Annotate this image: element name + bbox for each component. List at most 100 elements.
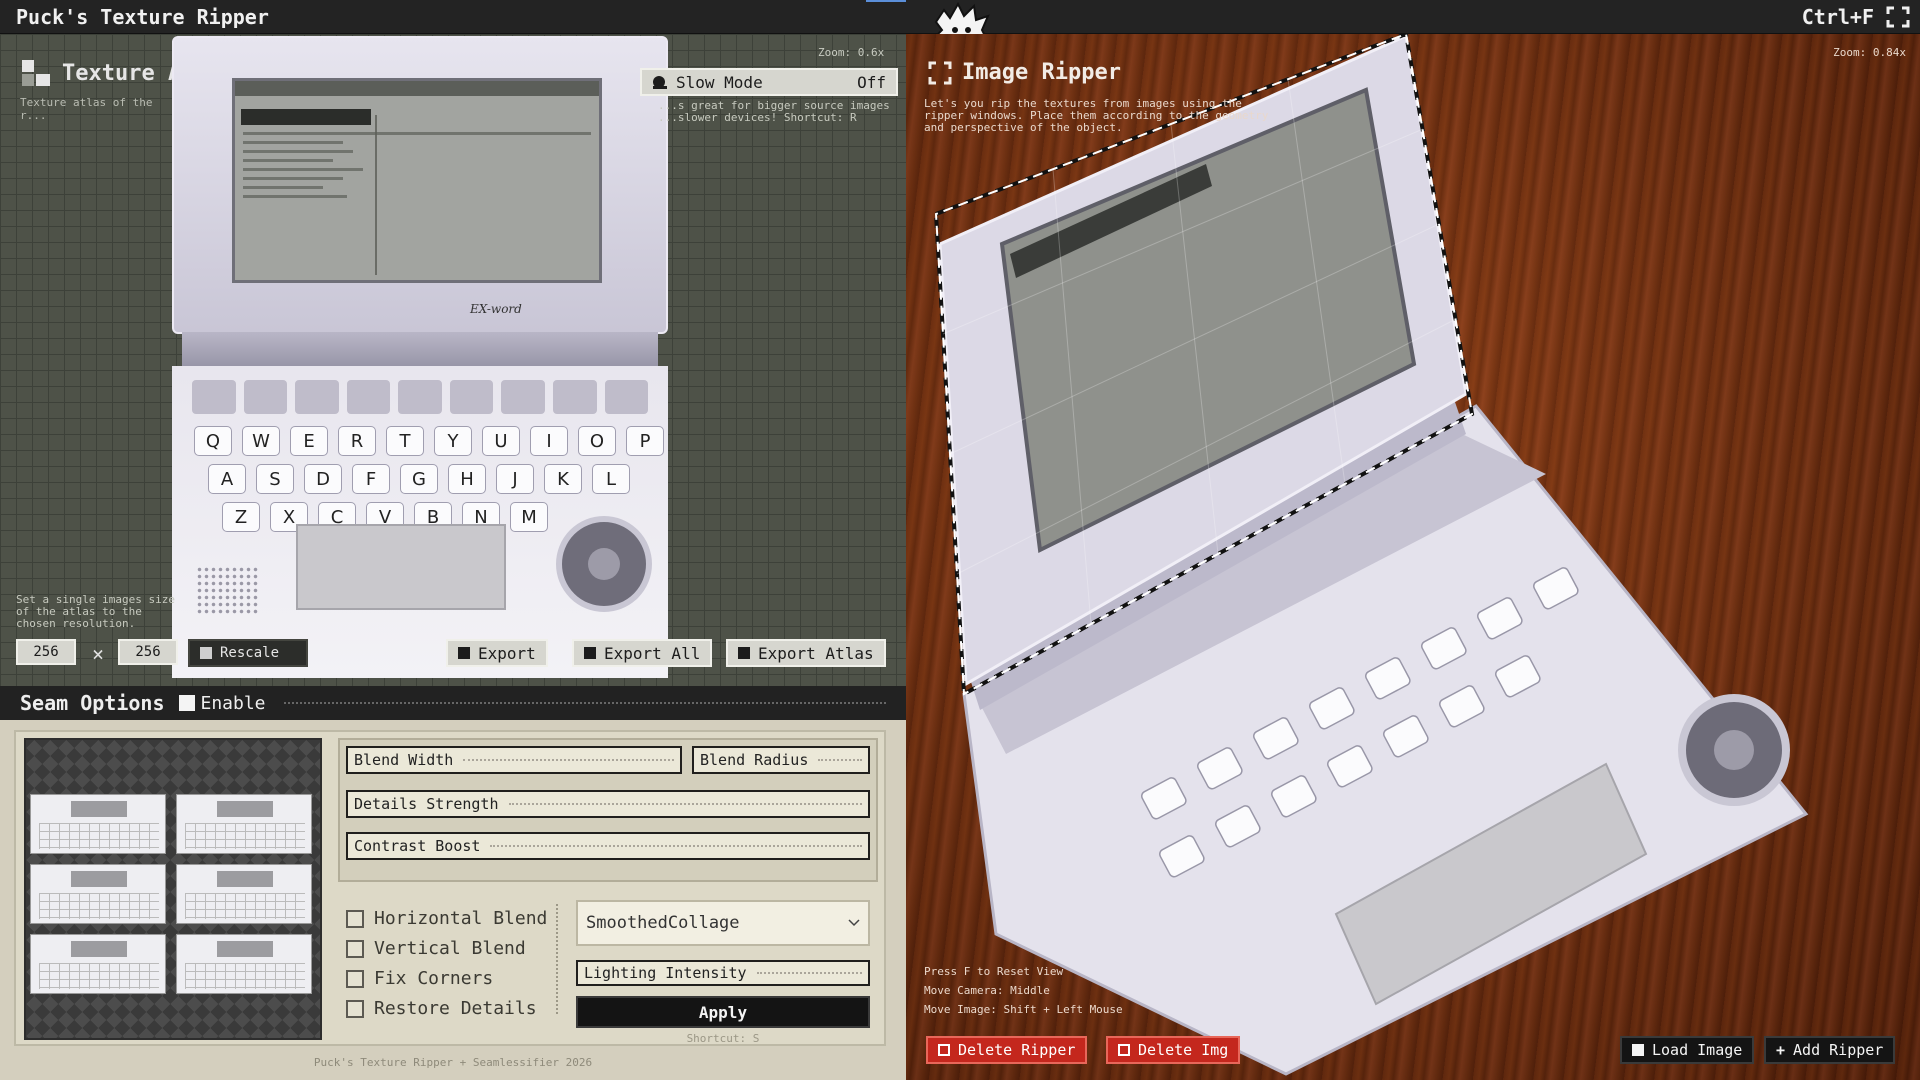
key: E bbox=[290, 426, 328, 456]
restore-details-box bbox=[346, 999, 364, 1018]
trash-icon bbox=[938, 1044, 950, 1056]
atlas-width-input[interactable] bbox=[16, 639, 76, 665]
device-keyboard: QWERTYUIOPASDFGHJKLZXCVBNM bbox=[172, 366, 668, 678]
options-divider bbox=[556, 904, 558, 1014]
fix-corners-checkbox[interactable]: Fix Corners bbox=[346, 968, 493, 989]
ripper-zoom-readout: Zoom: 0.84x bbox=[1833, 46, 1906, 59]
add-ripper-button[interactable]: + Add Ripper bbox=[1764, 1036, 1896, 1064]
key: L bbox=[592, 464, 630, 494]
help-move-camera: Move Camera: Middle bbox=[924, 984, 1050, 997]
vertical-blend-checkbox[interactable]: Vertical Blend bbox=[346, 938, 526, 959]
details-strength-slider[interactable]: Details Strength bbox=[346, 790, 870, 818]
vertical-blend-label: Vertical Blend bbox=[374, 938, 526, 959]
delete-image-button[interactable]: Delete Img bbox=[1106, 1036, 1241, 1064]
restore-details-label: Restore Details bbox=[374, 998, 537, 1019]
help-reset-view: Press F to Reset View bbox=[924, 965, 1064, 978]
image-icon bbox=[1632, 1044, 1644, 1056]
lighting-intensity-label: Lighting Intensity bbox=[584, 964, 747, 982]
blend-mode-value: SmoothedCollage bbox=[586, 913, 740, 933]
export-all-label: Export All bbox=[604, 643, 701, 663]
atlas-icon bbox=[22, 60, 50, 86]
horizontal-blend-label: Horizontal Blend bbox=[374, 908, 548, 929]
device-hinge bbox=[182, 332, 658, 366]
export-atlas-icon bbox=[738, 647, 750, 659]
atlas-height-input[interactable] bbox=[118, 639, 178, 665]
left-panel: Texture Atlas Texture atlas of the r... … bbox=[0, 34, 906, 1080]
horizontal-blend-box bbox=[346, 909, 364, 928]
texture-atlas-canvas[interactable]: Texture Atlas Texture atlas of the r... … bbox=[0, 34, 906, 686]
export-button[interactable]: Export bbox=[446, 639, 548, 667]
app-root: Puck's Texture Ripper Ctrl+F Texture Atl… bbox=[0, 0, 1920, 1080]
key-row: ASDFGHJKL bbox=[208, 464, 664, 494]
ripper-title: Image Ripper bbox=[962, 60, 1121, 85]
key: O bbox=[578, 426, 616, 456]
slow-mode-toggle[interactable]: Slow Mode Off bbox=[640, 68, 898, 96]
device-speaker bbox=[196, 566, 260, 616]
fullscreen-icon[interactable] bbox=[1886, 6, 1910, 28]
add-ripper-label: Add Ripper bbox=[1793, 1041, 1884, 1059]
delete-ripper-button[interactable]: Delete Ripper bbox=[926, 1036, 1088, 1064]
key: R bbox=[338, 426, 376, 456]
load-image-label: Load Image bbox=[1652, 1041, 1743, 1059]
source-photo[interactable] bbox=[906, 34, 1920, 1080]
export-icon bbox=[458, 647, 470, 659]
blend-width-slider[interactable]: Blend Width bbox=[346, 746, 682, 774]
contrast-boost-slider[interactable]: Contrast Boost bbox=[346, 832, 870, 860]
blend-mode-select[interactable]: SmoothedCollage bbox=[576, 900, 870, 946]
fix-corners-label: Fix Corners bbox=[374, 968, 494, 989]
rescale-checkbox-icon bbox=[200, 647, 212, 659]
device-subscreen bbox=[296, 524, 506, 610]
enable-checkbox-box bbox=[178, 695, 195, 711]
key: Q bbox=[194, 426, 232, 456]
horizontal-blend-checkbox[interactable]: Horizontal Blend bbox=[346, 908, 547, 929]
key: D bbox=[304, 464, 342, 494]
trash-icon bbox=[1118, 1044, 1130, 1056]
load-image-button[interactable]: Load Image bbox=[1620, 1036, 1755, 1064]
help-move-image: Move Image: Shift + Left Mouse bbox=[924, 1003, 1123, 1016]
slow-mode-value: Off bbox=[857, 72, 886, 92]
export-all-icon bbox=[584, 647, 596, 659]
lighting-intensity-slider[interactable]: Lighting Intensity bbox=[576, 960, 870, 986]
blend-radius-slider[interactable]: Blend Radius bbox=[692, 746, 870, 774]
title-accent bbox=[866, 0, 906, 2]
size-separator: × bbox=[92, 642, 105, 666]
delete-ripper-label: Delete Ripper bbox=[958, 1041, 1076, 1059]
rescale-button[interactable]: Rescale bbox=[188, 639, 308, 667]
export-label: Export bbox=[478, 643, 536, 663]
image-ripper-canvas[interactable]: Image Ripper Let's you rip the textures … bbox=[906, 34, 1920, 1080]
contrast-boost-label: Contrast Boost bbox=[354, 837, 481, 855]
atlas-texture-preview[interactable]: EX-word QWERTYUIOPASDFGHJKLZXCVBNM bbox=[172, 36, 668, 678]
details-strength-label: Details Strength bbox=[354, 795, 499, 813]
key: Y bbox=[434, 426, 472, 456]
crop-icon bbox=[928, 61, 952, 84]
atlas-size-hint: Set a single images size of the atlas to… bbox=[16, 593, 175, 630]
key: M bbox=[510, 502, 548, 532]
key: K bbox=[544, 464, 582, 494]
device-lid: EX-word bbox=[172, 36, 668, 334]
key: G bbox=[400, 464, 438, 494]
atlas-description: Texture atlas of the r... bbox=[20, 96, 153, 122]
slow-mode-label: Slow Mode bbox=[676, 72, 763, 92]
key: T bbox=[386, 426, 424, 456]
chevron-down-icon bbox=[848, 919, 860, 927]
device-screen bbox=[232, 78, 602, 283]
device-dpad bbox=[556, 516, 652, 612]
key: S bbox=[256, 464, 294, 494]
restore-details-checkbox[interactable]: Restore Details bbox=[346, 998, 537, 1019]
fullscreen-shortcut: Ctrl+F bbox=[1801, 5, 1874, 29]
seam-options-panel: Blend Width Blend Radius Details Strengt… bbox=[14, 730, 886, 1046]
enable-label: Enable bbox=[200, 692, 266, 714]
apply-button[interactable]: Apply bbox=[576, 996, 870, 1028]
device-brand: EX-word bbox=[470, 302, 522, 316]
ripper-header: Image Ripper bbox=[928, 60, 1121, 85]
export-atlas-button[interactable]: Export Atlas bbox=[726, 639, 886, 667]
seam-enable-checkbox[interactable]: Enable bbox=[178, 692, 266, 714]
blend-radius-label: Blend Radius bbox=[700, 751, 809, 769]
export-atlas-label: Export Atlas bbox=[758, 643, 874, 663]
export-all-button[interactable]: Export All bbox=[572, 639, 713, 667]
key: P bbox=[626, 426, 664, 456]
delete-image-label: Delete Img bbox=[1138, 1041, 1229, 1059]
fix-corners-box bbox=[346, 969, 364, 988]
ripper-help: Press F to Reset View Move Camera: Middl… bbox=[924, 962, 1123, 1019]
seamless-preview[interactable] bbox=[24, 738, 322, 1040]
